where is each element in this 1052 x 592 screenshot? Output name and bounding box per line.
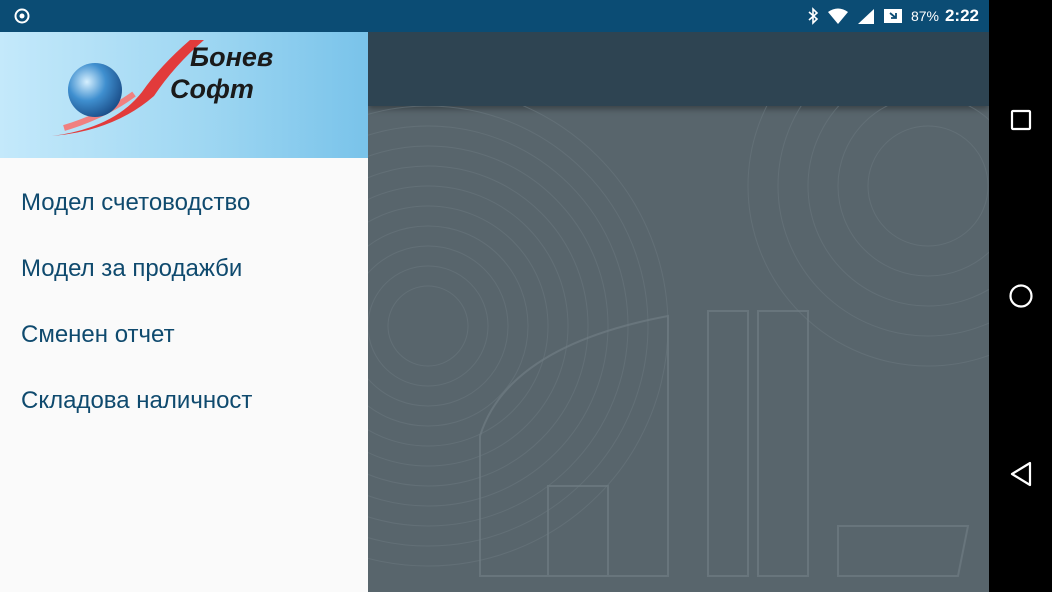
back-button[interactable]: [989, 444, 1052, 504]
home-button[interactable]: [989, 266, 1052, 326]
drawer-item-model-sales[interactable]: Модел за продажби: [0, 236, 368, 302]
background-watermark: [368, 106, 989, 577]
clock: 2:22: [944, 6, 979, 25]
battery-percent: 87%: [910, 8, 939, 24]
status-bar: 87% 2:22: [0, 0, 989, 32]
app-toolbar: [368, 32, 989, 106]
company-logo: Бонев Софт: [52, 40, 273, 136]
back-icon: [1010, 461, 1031, 487]
recents-button[interactable]: [989, 90, 1052, 150]
drawer-item-shift-report[interactable]: Сменен отчет: [0, 302, 368, 368]
navigation-drawer: Бонев Софт Модел счетоводство Модел за п…: [0, 32, 368, 592]
home-icon: [1008, 284, 1033, 308]
battery-icon: [883, 9, 902, 23]
logo-line1: Бонев: [190, 42, 273, 72]
drawer-item-stock-availability[interactable]: Складова наличност: [0, 368, 368, 434]
system-nav-bar: [989, 0, 1052, 592]
drawer-item-model-accounting[interactable]: Модел счетоводство: [0, 170, 368, 236]
logo-line2: Софт: [170, 74, 254, 104]
bluetooth-icon: [808, 7, 819, 25]
drawer-header: Бонев Софт: [0, 32, 368, 158]
signal-icon: [857, 9, 874, 24]
wifi-icon: [827, 8, 848, 24]
notification-circle-icon: [14, 8, 30, 24]
main-content-scrim[interactable]: [368, 32, 989, 592]
recents-icon: [1010, 109, 1031, 131]
drawer-menu: Модел счетоводство Модел за продажби Сме…: [0, 158, 368, 434]
